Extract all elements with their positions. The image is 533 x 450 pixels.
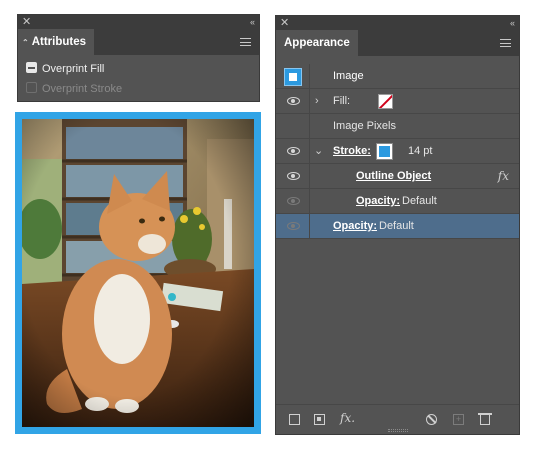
- add-new-effect-icon[interactable]: fx.: [340, 411, 355, 425]
- column-divider: [309, 114, 310, 138]
- stroke-weight[interactable]: 14 pt: [408, 139, 432, 164]
- object-type-row[interactable]: Image: [276, 64, 519, 89]
- panel-titlebar: ✕ ‹‹: [18, 15, 259, 29]
- close-icon[interactable]: ✕: [22, 15, 31, 29]
- fill-row[interactable]: › Fill:: [276, 89, 519, 114]
- stroke-opacity-label[interactable]: Opacity:: [356, 189, 400, 214]
- fill-none-swatch[interactable]: [378, 94, 393, 109]
- clear-appearance-icon[interactable]: [426, 414, 437, 425]
- selected-image[interactable]: [15, 112, 261, 434]
- trash-icon[interactable]: [478, 413, 492, 425]
- eye-icon[interactable]: [287, 222, 300, 230]
- stroke-opacity-value: Default: [402, 195, 437, 207]
- panel-menu-icon[interactable]: [500, 39, 511, 47]
- overprint-stroke-checkbox[interactable]: Overprint Stroke: [26, 81, 122, 97]
- stroke-row[interactable]: ⌄ Stroke: 14 pt: [276, 139, 519, 164]
- panel-menu-icon[interactable]: [240, 38, 251, 46]
- close-icon[interactable]: ✕: [280, 16, 289, 30]
- fill-label: Fill:: [333, 95, 351, 107]
- cat-photo: [22, 119, 254, 427]
- object-opacity-label[interactable]: Opacity:: [333, 214, 377, 239]
- resize-grip[interactable]: [388, 429, 408, 432]
- appearance-footer: fx. +: [276, 404, 519, 434]
- tab-bar: ⌃ Attributes: [18, 29, 259, 55]
- overprint-stroke-label: Overprint Stroke: [42, 83, 123, 95]
- overprint-fill-checkbox[interactable]: Overprint Fill: [26, 61, 104, 77]
- tab-attributes[interactable]: ⌃ Attributes: [18, 29, 95, 55]
- duplicate-item-icon[interactable]: +: [453, 414, 464, 425]
- object-opacity-value: Default: [379, 220, 414, 232]
- column-divider: [309, 139, 310, 163]
- collapse-icon[interactable]: ‹‹: [510, 16, 515, 30]
- stroke-label[interactable]: Stroke:: [333, 139, 371, 164]
- appearance-panel: ✕ ‹‹ Appearance Image › Fill: Image Pixe…: [275, 15, 520, 435]
- image-thumbnail-icon: [284, 68, 302, 86]
- eye-icon[interactable]: [287, 172, 300, 180]
- outline-object-effect[interactable]: Outline Object: [356, 164, 431, 189]
- tab-label: Attributes: [31, 36, 87, 48]
- fx-icon[interactable]: fx: [498, 164, 509, 189]
- object-type-label: Image: [333, 70, 364, 82]
- add-new-stroke-icon[interactable]: [289, 414, 300, 425]
- updown-arrows-icon: ⌃: [22, 38, 29, 47]
- eye-icon[interactable]: [287, 97, 300, 105]
- overprint-fill-label: Overprint Fill: [42, 63, 105, 75]
- collapse-icon[interactable]: ‹‹: [250, 15, 255, 29]
- add-new-fill-icon[interactable]: [314, 414, 325, 425]
- image-pixels-label: Image Pixels: [333, 120, 396, 132]
- column-divider: [309, 214, 310, 238]
- checkbox-icon[interactable]: [26, 82, 37, 93]
- column-divider: [309, 89, 310, 113]
- stroke-color-swatch[interactable]: [376, 143, 393, 160]
- tab-bar: Appearance: [276, 30, 519, 56]
- column-divider: [309, 64, 310, 88]
- panel-titlebar: ✕ ‹‹: [276, 16, 519, 30]
- image-pixels-row[interactable]: Image Pixels: [276, 114, 519, 139]
- eye-icon[interactable]: [287, 197, 300, 205]
- eye-icon[interactable]: [287, 147, 300, 155]
- object-opacity-row[interactable]: Opacity: Default: [276, 214, 519, 239]
- checkbox-mixed-icon[interactable]: [26, 62, 37, 73]
- column-divider: [309, 164, 310, 188]
- column-divider: [309, 189, 310, 213]
- chevron-down-icon[interactable]: ⌄: [314, 139, 323, 164]
- stroke-opacity-row[interactable]: Opacity: Default: [276, 189, 519, 214]
- chevron-right-icon[interactable]: ›: [315, 89, 319, 114]
- tab-appearance[interactable]: Appearance: [276, 30, 358, 56]
- outline-object-row[interactable]: Outline Object fx: [276, 164, 519, 189]
- attributes-panel: ✕ ‹‹ ⌃ Attributes Overprint Fill Overprin…: [17, 14, 260, 102]
